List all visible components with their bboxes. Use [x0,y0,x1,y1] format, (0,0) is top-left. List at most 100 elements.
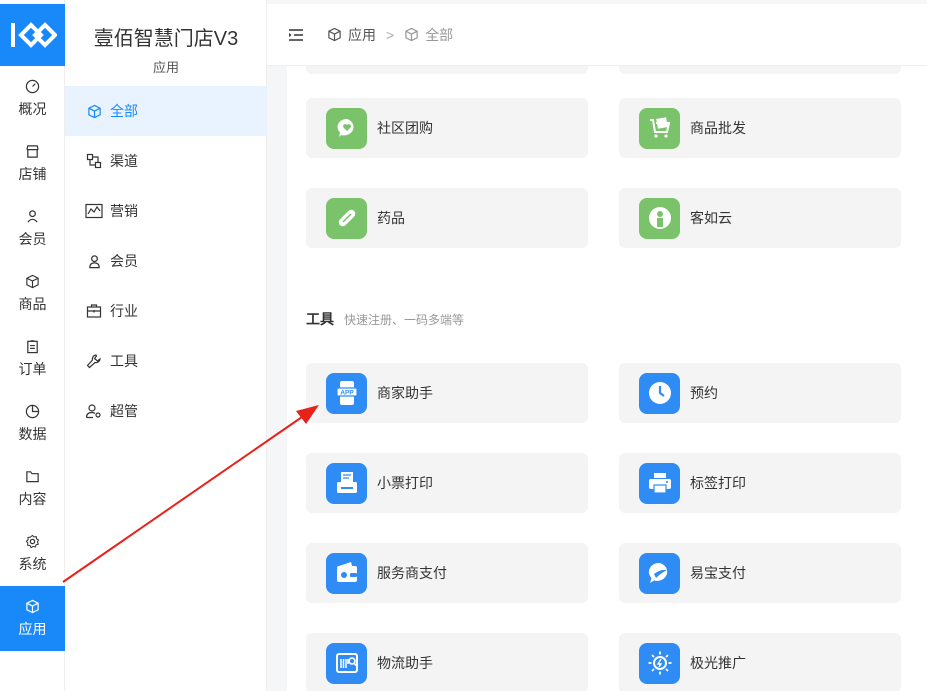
pill-icon [326,197,367,239]
svg-text:APP: APP [340,390,354,397]
section-subtitle: 应用 [152,60,179,75]
app-card-label: 商家助手 [377,385,433,401]
app-card-booking[interactable]: 预约 [619,363,901,423]
person-badge-icon [639,197,680,239]
breadcrumb-separator: > [386,26,395,43]
side-item-label: 渠道 [110,153,138,169]
printer-icon [639,462,680,504]
section-title: 工具 [306,311,334,327]
apps-content: 社区团购 商品批发 药品 客如云 工具 快速注册、一码多端等 APP 商家助手 … [287,66,927,691]
clipboard-icon [25,339,41,355]
app-card-partial[interactable] [306,66,588,74]
rail-item-label: 会员 [18,230,47,247]
rail-item-member[interactable]: 会员 [0,196,65,261]
app-card-partial[interactable] [619,66,901,74]
rail-item-content[interactable]: 内容 [0,456,65,521]
clock-icon [639,372,680,414]
folder-icon [25,469,41,485]
sun-icon [639,642,680,684]
side-item-label: 超管 [110,403,138,419]
side-item-label: 营销 [110,203,138,219]
icon-rail: 概况 店铺 会员 商品 订单 数据 内容 系统 应用 [0,0,65,691]
rail-item-label: 系统 [18,555,47,572]
secondary-sidebar: 壹佰智慧门店V3 应用 全部 渠道 营销 会员 行业 工具 超管 [65,0,267,691]
app-card-community-group-buy[interactable]: 社区团购 [306,98,588,158]
dashboard-icon [25,79,41,95]
app-card-label: 药品 [377,210,405,226]
side-item-member[interactable]: 会员 [65,236,267,286]
tools-section-header: 工具 快速注册、一码多端等 [306,309,464,329]
app-card-label: 社区团购 [377,120,433,136]
breadcrumb-root[interactable]: 应用 [348,25,376,45]
side-item-label: 全部 [110,103,138,119]
chat-heart-icon [326,107,367,149]
side-item-marketing[interactable]: 营销 [65,186,267,236]
cube-icon [404,27,420,43]
app-card-wholesale[interactable]: 商品批发 [619,98,901,158]
side-item-industry[interactable]: 行业 [65,286,267,336]
app-card-label: 物流助手 [377,655,433,671]
rail-item-label: 商品 [18,295,47,312]
rail-item-system[interactable]: 系统 [0,521,65,586]
rail-item-overview[interactable]: 概况 [0,66,65,131]
side-item-tools[interactable]: 工具 [65,336,267,386]
breadcrumb-current: 全部 [425,26,454,43]
gear-icon [25,534,41,550]
breadcrumb: 应用 > 全部 [327,25,453,45]
cube-icon [85,102,103,120]
rail-item-orders[interactable]: 订单 [0,326,65,391]
app-phone-icon: APP [326,372,367,414]
app-card-keruyun[interactable]: 客如云 [619,188,901,248]
app-card-medicine[interactable]: 药品 [306,188,588,248]
store-icon [25,144,41,160]
app-card-label: 易宝支付 [690,565,746,581]
cube-icon [327,27,343,43]
rail-item-data[interactable]: 数据 [0,391,65,456]
rail-item-store[interactable]: 店铺 [0,131,65,196]
side-item-label: 工具 [110,353,138,369]
rail-item-label: 店铺 [18,165,47,182]
app-card-label: 服务商支付 [377,565,447,581]
side-item-channel[interactable]: 渠道 [65,136,267,186]
rail-item-label: 订单 [18,360,47,377]
cube-icon [25,599,41,615]
app-card-label: 标签打印 [690,475,746,491]
user-icon [25,209,41,225]
app-card-provider-pay[interactable]: 服务商支付 [306,543,588,603]
side-item-all[interactable]: 全部 [65,86,267,136]
briefcase-icon [85,302,103,320]
menu-toggle-button[interactable] [287,26,305,44]
app-logo[interactable] [0,4,65,66]
trend-icon [85,202,103,220]
section-description: 快速注册、一码多端等 [344,313,465,327]
app-title: 壹佰智慧门店V3 [93,28,239,50]
logo-icon [10,22,57,48]
app-card-label: 商品批发 [690,120,746,136]
app-card-merchant-assistant[interactable]: APP 商家助手 [306,363,588,423]
pie-chart-icon [25,404,41,420]
rail-item-label: 概况 [18,100,47,117]
side-item-label: 行业 [110,303,138,319]
rail-item-label: 内容 [18,490,47,507]
admin-icon [85,402,103,420]
app-card-yeepay[interactable]: 易宝支付 [619,543,901,603]
rail-item-label: 数据 [18,425,47,442]
side-item-label: 会员 [110,253,138,269]
app-card-label: 小票打印 [377,475,433,491]
rail-item-apps[interactable]: 应用 [0,586,65,651]
app-card-label-print[interactable]: 标签打印 [619,453,901,513]
app-card-label: 预约 [690,385,718,401]
app-card-receipt-print[interactable]: 小票打印 [306,453,588,513]
rail-item-goods[interactable]: 商品 [0,261,65,326]
app-card-jiguang-promo[interactable]: 极光推广 [619,633,901,691]
app-card-label: 客如云 [690,210,732,226]
app-card-label: 极光推广 [690,655,746,671]
chat-check-icon [639,552,680,594]
receipt-printer-icon [326,462,367,504]
app-card-logistics[interactable]: 物流助手 [306,633,588,691]
side-item-admin[interactable]: 超管 [65,386,267,436]
cart-icon [639,107,680,149]
box-icon [25,274,41,290]
barcode-search-icon [326,642,367,684]
wallet-icon [326,552,367,594]
